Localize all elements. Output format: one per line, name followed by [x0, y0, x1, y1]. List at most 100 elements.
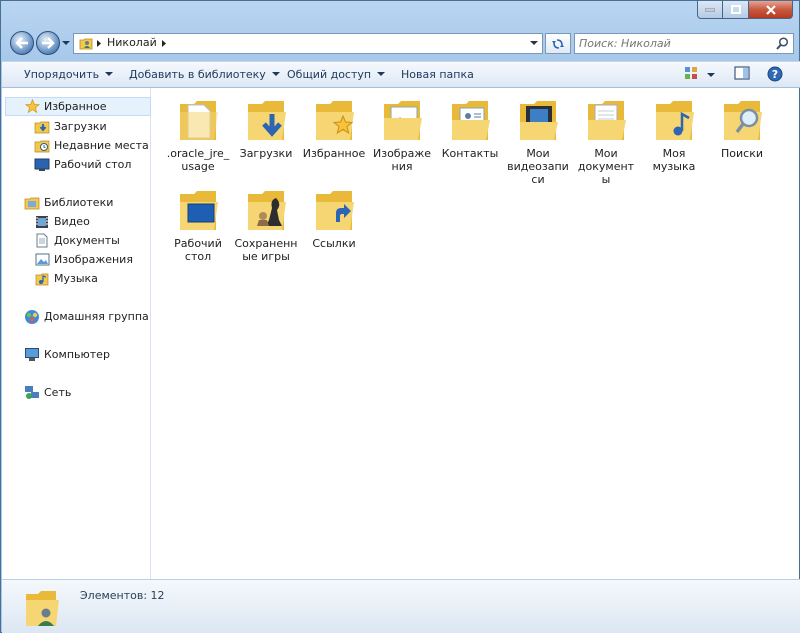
folder-item[interactable]: .oracle_jre_usage — [166, 96, 230, 173]
folder-item[interactable]: Мои видеозаписи — [506, 96, 570, 186]
downloads-icon — [34, 119, 50, 135]
nav-label: Документы — [54, 234, 120, 247]
nav-label: Загрузки — [54, 120, 107, 133]
nav-label: Изображения — [54, 253, 133, 266]
nav-favorites[interactable]: Избранное — [5, 97, 151, 116]
folder-item[interactable]: Поиски — [710, 96, 774, 160]
recent-pages-dropdown[interactable] — [62, 39, 70, 47]
computer-icon — [24, 347, 40, 363]
chevron-down-icon — [271, 72, 280, 76]
new-folder-button[interactable]: Новая папка — [401, 68, 474, 81]
forward-button[interactable] — [36, 31, 60, 55]
folder-links-icon — [310, 186, 358, 234]
arrow-right-icon — [42, 37, 55, 49]
chevron-down-icon — [377, 72, 386, 76]
nav-documents[interactable]: Документы — [2, 231, 120, 250]
refresh-icon — [552, 38, 564, 49]
breadcrumb-chevron-icon — [97, 40, 101, 47]
nav-computer[interactable]: Компьютер — [2, 345, 110, 364]
folder-item[interactable]: Ссылки — [302, 186, 366, 250]
folder-item[interactable]: Изображения — [370, 96, 434, 173]
nav-homegroup[interactable]: Домашняя группа — [2, 307, 149, 326]
nav-video[interactable]: Видео — [2, 212, 90, 231]
search-input[interactable] — [579, 35, 769, 51]
homegroup-icon — [24, 309, 40, 325]
organize-button[interactable]: Упорядочить — [24, 68, 114, 81]
nav-label: Сеть — [44, 386, 72, 399]
item-count: Элементов: 12 — [80, 589, 165, 602]
folder-label: Сохраненные игры — [234, 237, 298, 263]
address-bar[interactable]: Николай — [73, 33, 543, 54]
folder-games-icon — [242, 186, 290, 234]
nav-label: Библиотеки — [44, 196, 114, 209]
search-box[interactable] — [574, 33, 794, 54]
folder-item[interactable]: Избранное — [302, 96, 366, 160]
share-button[interactable]: Общий доступ — [287, 68, 386, 81]
view-dropdown-icon[interactable] — [707, 72, 715, 78]
back-button[interactable] — [10, 31, 34, 55]
maximize-button[interactable] — [723, 1, 749, 19]
new-folder-label: Новая папка — [401, 68, 474, 81]
folder-label: Мои видеозаписи — [507, 147, 569, 186]
folder-item[interactable]: Контакты — [438, 96, 502, 160]
nav-desktop[interactable]: Рабочий стол — [2, 155, 131, 174]
folder-label: .oracle_jre_usage — [166, 147, 230, 173]
refresh-button[interactable] — [545, 33, 571, 54]
folder-doc-icon — [174, 96, 222, 144]
nav-libraries[interactable]: Библиотеки — [2, 193, 113, 212]
folder-label: Ссылки — [312, 237, 356, 250]
maximize-icon — [730, 5, 741, 14]
view-options-icon[interactable] — [684, 66, 698, 80]
minimize-button[interactable] — [697, 1, 723, 19]
nav-recent-places[interactable]: Недавние места — [2, 136, 149, 155]
preview-pane-icon[interactable] — [734, 66, 750, 80]
folder-label: Мои документы — [577, 147, 635, 186]
breadcrumb-current[interactable]: Николай — [107, 36, 157, 49]
close-icon — [765, 4, 776, 15]
breadcrumb-chevron-icon[interactable] — [161, 39, 167, 48]
folder-download-icon — [242, 96, 290, 144]
folder-video-icon — [514, 96, 562, 144]
folder-item[interactable]: Сохраненные игры — [234, 186, 298, 263]
nav-downloads[interactable]: Загрузки — [2, 117, 107, 136]
network-icon — [24, 385, 40, 401]
nav-label: Музыка — [54, 272, 98, 285]
address-dropdown-icon[interactable] — [530, 40, 538, 46]
explorer-window: Николай Упорядочить Добавить в библиотек… — [0, 0, 800, 633]
music-icon — [34, 271, 50, 287]
organize-label: Упорядочить — [24, 68, 100, 81]
folder-contacts-icon — [446, 96, 494, 144]
folder-item[interactable]: Рабочий стол — [166, 186, 230, 263]
folder-label: Загрузки — [239, 147, 293, 160]
folder-label: Изображения — [373, 147, 431, 173]
folder-desktop-icon — [174, 186, 222, 234]
chevron-down-icon — [105, 72, 114, 76]
nav-label: Домашняя группа — [44, 310, 149, 323]
nav-label: Недавние места — [54, 139, 149, 152]
nav-images[interactable]: Изображения — [2, 250, 133, 269]
nav-network[interactable]: Сеть — [2, 383, 71, 402]
nav-label: Видео — [54, 215, 90, 228]
folder-star-icon — [310, 96, 358, 144]
minimize-icon — [705, 8, 715, 11]
user-folder-icon — [79, 38, 93, 50]
folder-item[interactable]: Загрузки — [234, 96, 298, 160]
libraries-icon — [24, 195, 40, 211]
folder-pictures-icon — [378, 96, 426, 144]
folder-documents-icon — [582, 96, 630, 144]
navigation-pane: Избранное Загрузки Недавние места Рабочи… — [2, 88, 151, 579]
folder-music-icon — [650, 96, 698, 144]
desktop-icon — [34, 157, 50, 173]
add-to-library-button[interactable]: Добавить в библиотеку — [129, 68, 280, 81]
folder-item[interactable]: Мои документы — [574, 96, 638, 186]
folder-label: Избранное — [302, 147, 366, 160]
nav-music[interactable]: Музыка — [2, 269, 98, 288]
close-button[interactable] — [749, 1, 793, 19]
folder-item[interactable]: Моя музыка — [642, 96, 706, 173]
help-icon[interactable]: ? — [767, 66, 783, 82]
arrow-left-icon — [15, 37, 28, 49]
add-to-library-label: Добавить в библиотеку — [129, 68, 266, 81]
share-label: Общий доступ — [287, 68, 372, 81]
nav-label: Избранное — [44, 100, 107, 113]
search-icon[interactable] — [776, 37, 789, 50]
